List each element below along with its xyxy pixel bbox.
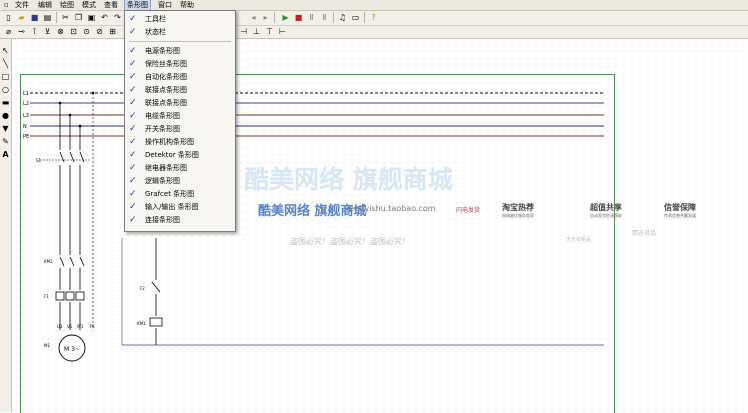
check-icon: ✓: [129, 46, 137, 56]
menu-item-bar-4[interactable]: ✓ 联接点条形图: [125, 97, 235, 109]
watermark-slogan: 盗图必究！盗图必究！盗图必究！: [290, 237, 410, 246]
menu-item-bar-12[interactable]: ✓ 输入/输出 条形图: [125, 201, 235, 213]
rail-label-l3: L3: [23, 113, 29, 119]
check-icon: ✓: [129, 189, 137, 199]
label-u1: U1: [57, 324, 63, 329]
menu-item-bar-2[interactable]: ✓ 自动化条形图: [125, 71, 235, 83]
label-pe: PE: [90, 324, 95, 329]
menu-item-bar-6[interactable]: ✓ 开关条形图: [125, 123, 235, 135]
menu-item-bar-5[interactable]: ✓ 电缆条形图: [125, 110, 235, 122]
check-icon: ✓: [129, 98, 137, 108]
menu-separator: [129, 41, 231, 42]
check-icon: ✓: [129, 59, 137, 69]
check-icon: ✓: [129, 202, 137, 212]
rail-label-l1: L1: [23, 91, 29, 97]
watermark-picks: 精选良品: [632, 230, 657, 237]
label-f1: F1: [44, 294, 49, 299]
check-icon: ✓: [129, 72, 137, 82]
label-motor: M 3~: [64, 346, 80, 353]
menu-item-bar-7[interactable]: ✓ 操作机构条形图: [125, 136, 235, 148]
label-m1: M1: [44, 343, 50, 348]
watermark-badge-1: 淘宝热荐 网络最优服务商家: [502, 203, 534, 218]
label-w1: W1: [77, 324, 84, 329]
menu-item-toolbar[interactable]: ✓ 工具栏: [125, 13, 235, 25]
menu-item-bar-11[interactable]: ✓ Grafcet 条形图: [125, 188, 235, 200]
watermark-badge-2: 超值共享 自动发货秒速领取: [590, 203, 622, 218]
check-icon: ✓: [129, 111, 137, 121]
watermark-badge-3: 信誉保障 传承信誉共赢发展: [664, 203, 696, 218]
menu-item-bar-9[interactable]: ✓ 继电器条形图: [125, 162, 235, 174]
menu-item-bar-13[interactable]: ✓ 连接条形图: [125, 214, 235, 226]
watermark-fast-ship: 闪电发货: [456, 207, 481, 214]
rail-label-l2: L2: [23, 101, 29, 107]
coil-km1: [149, 317, 163, 327]
label-km1: KM1: [44, 259, 53, 264]
check-icon: ✓: [129, 176, 137, 186]
barchart-dropdown-menu: ✓ 工具栏 ✓ 状态栏 ✓ 电源条形图 ✓ 保险丝条形图 ✓ 自动化条形图 ✓ 联接点条形图 ✓…: [124, 10, 236, 232]
watermark-new: 天天有新品: [566, 237, 592, 243]
check-icon: ✓: [129, 27, 137, 37]
label-v1: V1: [67, 324, 73, 329]
check-icon: ✓: [129, 14, 137, 24]
watermark-url: rentiyishu.taobao.com: [346, 204, 436, 213]
check-icon: ✓: [129, 124, 137, 134]
watermark-brand: 酷美网络 旗舰商城: [244, 165, 453, 194]
label-s1: S1: [36, 158, 42, 163]
check-icon: ✓: [129, 163, 137, 173]
menu-item-statusbar[interactable]: ✓ 状态栏: [125, 26, 235, 38]
menu-item-bar-8[interactable]: ✓ Detektor 条形图: [125, 149, 235, 161]
rail-label-n: N: [23, 124, 27, 130]
label-f2: F2: [140, 286, 145, 291]
check-icon: ✓: [129, 137, 137, 147]
check-icon: ✓: [129, 215, 137, 225]
menu-item-bar-10[interactable]: ✓ 逻辑条形图: [125, 175, 235, 187]
menu-item-bar-0[interactable]: ✓ 电源条形图: [125, 45, 235, 57]
check-icon: ✓: [129, 85, 137, 95]
menu-item-bar-3[interactable]: ✓ 联接点条形图: [125, 84, 235, 96]
label-coil-km1: KM1: [137, 321, 146, 326]
menu-item-bar-1[interactable]: ✓ 保险丝条形图: [125, 58, 235, 70]
check-icon: ✓: [129, 150, 137, 160]
rail-label-pe: PE: [23, 134, 29, 140]
